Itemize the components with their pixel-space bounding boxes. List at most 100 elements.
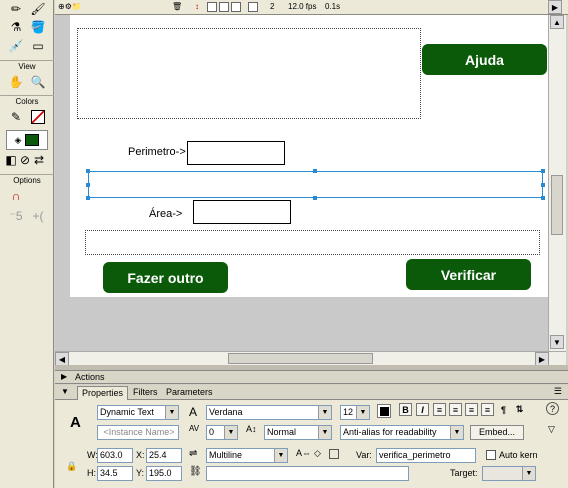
frame-rate: 12.0 fps xyxy=(288,2,317,11)
letter-spacing-input[interactable]: 0 xyxy=(206,425,238,440)
ink-bottle-icon[interactable]: ⚗ xyxy=(6,18,26,36)
font-select[interactable]: Verdana xyxy=(206,405,332,420)
line-type-select[interactable]: Multiline xyxy=(206,448,288,463)
new-problem-button[interactable]: Fazer outro xyxy=(103,262,228,293)
stroke-color-icon[interactable]: ✎ xyxy=(6,108,26,126)
var-label: Var: xyxy=(356,450,372,460)
paragraph-icon[interactable]: ¶ xyxy=(497,403,510,416)
onion-skin-button[interactable] xyxy=(207,2,217,12)
y-input[interactable]: 195.0 xyxy=(146,466,182,481)
line-type-icon: ⇌ xyxy=(189,448,198,459)
area-label: Área-> xyxy=(149,208,183,220)
panel-menu-icon[interactable]: ☰ xyxy=(554,386,562,397)
fill-color-swatch[interactable]: ◈ xyxy=(6,130,48,150)
onion-outline-button[interactable] xyxy=(219,2,229,12)
stage[interactable]: Ajuda Perimetro-> Área-> Fazer outro Ver… xyxy=(70,15,548,297)
link-icon: ⛓ xyxy=(189,466,202,477)
text-type-select[interactable]: Dynamic Text xyxy=(97,405,179,420)
eraser-icon[interactable]: ▭ xyxy=(28,37,48,55)
tab-properties[interactable]: Properties xyxy=(77,386,129,400)
actions-title: Actions xyxy=(75,372,105,382)
help-button[interactable]: Ajuda xyxy=(422,44,547,75)
scroll-left-icon[interactable]: ◀ xyxy=(55,352,69,366)
scroll-down-icon[interactable]: ▼ xyxy=(550,335,564,349)
horizontal-scrollbar[interactable]: ◀ ▶ xyxy=(55,351,566,366)
font-size-input[interactable]: 12 xyxy=(340,405,370,420)
render-html-icon[interactable]: ◇ xyxy=(314,448,321,459)
target-select[interactable] xyxy=(482,466,536,481)
zoom-icon[interactable]: 🔍 xyxy=(28,73,48,91)
selection-handle[interactable] xyxy=(313,196,317,200)
selectable-icon[interactable]: A⇔ xyxy=(296,448,311,458)
horizontal-scroll-thumb[interactable] xyxy=(228,353,373,364)
tab-filters[interactable]: Filters xyxy=(129,386,162,399)
height-input[interactable]: 34.5 xyxy=(97,466,133,481)
check-button[interactable]: Verificar xyxy=(406,259,531,290)
onion-skin-icon[interactable]: ⊕⚙📁 xyxy=(58,1,98,13)
x-input[interactable]: 25.4 xyxy=(146,448,182,463)
center-frame-icon[interactable]: ↕ xyxy=(195,1,199,13)
collapse-arrow-icon[interactable]: ▶ xyxy=(61,372,67,381)
letter-spacing-icon: AV xyxy=(189,424,200,433)
url-input[interactable] xyxy=(206,466,409,481)
selection-handle[interactable] xyxy=(313,169,317,173)
hand-icon[interactable]: ✋ xyxy=(6,73,26,91)
trash-icon[interactable]: 🗑 xyxy=(172,1,182,13)
char-position-select[interactable]: Normal xyxy=(264,425,332,440)
embed-button[interactable]: Embed... xyxy=(470,425,524,440)
feedback-text-box[interactable] xyxy=(77,28,421,119)
variable-input[interactable]: verifica_perimetro xyxy=(376,448,476,463)
eyedropper-icon[interactable]: 💉 xyxy=(6,37,26,55)
align-center-icon[interactable]: ≡ xyxy=(449,403,462,416)
align-left-icon[interactable]: ≡ xyxy=(433,403,446,416)
selection-handle[interactable] xyxy=(541,183,545,187)
vertical-scroll-thumb[interactable] xyxy=(551,175,563,235)
properties-tabs: ▼ Properties Filters Parameters ☰ xyxy=(55,385,568,400)
h-label: H: xyxy=(87,468,96,478)
fill-none-icon[interactable] xyxy=(28,108,48,126)
pencil-icon[interactable]: ✏ xyxy=(6,0,26,18)
justify-icon[interactable]: ≡ xyxy=(481,403,494,416)
paint-bucket-icon[interactable]: 🪣 xyxy=(28,18,48,36)
actions-panel-header[interactable]: ▶ Actions xyxy=(55,370,568,384)
snap-magnet-icon[interactable]: ∩ xyxy=(6,187,26,205)
scroll-right-icon[interactable]: ▶ xyxy=(535,352,549,366)
scroll-up-icon[interactable]: ▲ xyxy=(550,15,564,29)
swap-colors-icon[interactable]: ⇄ xyxy=(32,151,46,169)
area-input[interactable] xyxy=(193,200,291,224)
orientation-icon[interactable]: ⇅ xyxy=(513,403,526,416)
align-right-icon[interactable]: ≡ xyxy=(465,403,478,416)
y-label: Y: xyxy=(136,468,145,478)
instance-name-input[interactable]: <Instance Name> xyxy=(97,425,179,440)
vertical-scrollbar[interactable]: ▲ ▼ xyxy=(548,15,566,351)
width-input[interactable]: 603.0 xyxy=(97,448,133,463)
area-feedback-box[interactable] xyxy=(85,230,540,255)
help-icon[interactable]: ? xyxy=(546,402,559,415)
selection-handle[interactable] xyxy=(86,183,90,187)
selected-text-field[interactable] xyxy=(88,171,543,198)
border-toggle-icon[interactable] xyxy=(329,449,339,459)
timeline-scroll-right-icon[interactable]: ▶ xyxy=(548,0,562,14)
selection-handle[interactable] xyxy=(541,169,545,173)
black-white-icon[interactable]: ◧ xyxy=(4,151,18,169)
tools-panel: ✏ 🖌 ⚗ 🪣 💉 ▭ View ✋ 🔍 Colors ✎ ◈ ◧ ⊘ ⇄ Op… xyxy=(0,0,54,488)
brush-icon[interactable]: 🖌 xyxy=(28,0,48,18)
selection-handle[interactable] xyxy=(86,169,90,173)
selection-handle[interactable] xyxy=(541,196,545,200)
italic-icon[interactable]: I xyxy=(416,403,429,416)
edit-frames-button[interactable] xyxy=(231,2,241,12)
auto-kern-checkbox[interactable] xyxy=(486,450,496,460)
modify-markers-button[interactable] xyxy=(248,2,258,12)
expand-arrow-icon[interactable]: ▼ xyxy=(61,387,69,396)
no-color-icon[interactable]: ⊘ xyxy=(18,151,32,169)
lock-icon[interactable]: 🔒 xyxy=(66,461,77,472)
selection-handle[interactable] xyxy=(86,196,90,200)
tab-parameters[interactable]: Parameters xyxy=(162,386,217,399)
colors-section-label: Colors xyxy=(0,95,54,107)
collapse-properties-icon[interactable]: ▽ xyxy=(548,424,555,435)
antialias-select[interactable]: Anti-alias for readability xyxy=(340,425,464,440)
perimeter-input[interactable] xyxy=(187,141,285,165)
bold-icon[interactable]: B xyxy=(399,403,412,416)
text-color-swatch[interactable] xyxy=(377,404,391,418)
text-tool-icon: A xyxy=(70,414,81,431)
